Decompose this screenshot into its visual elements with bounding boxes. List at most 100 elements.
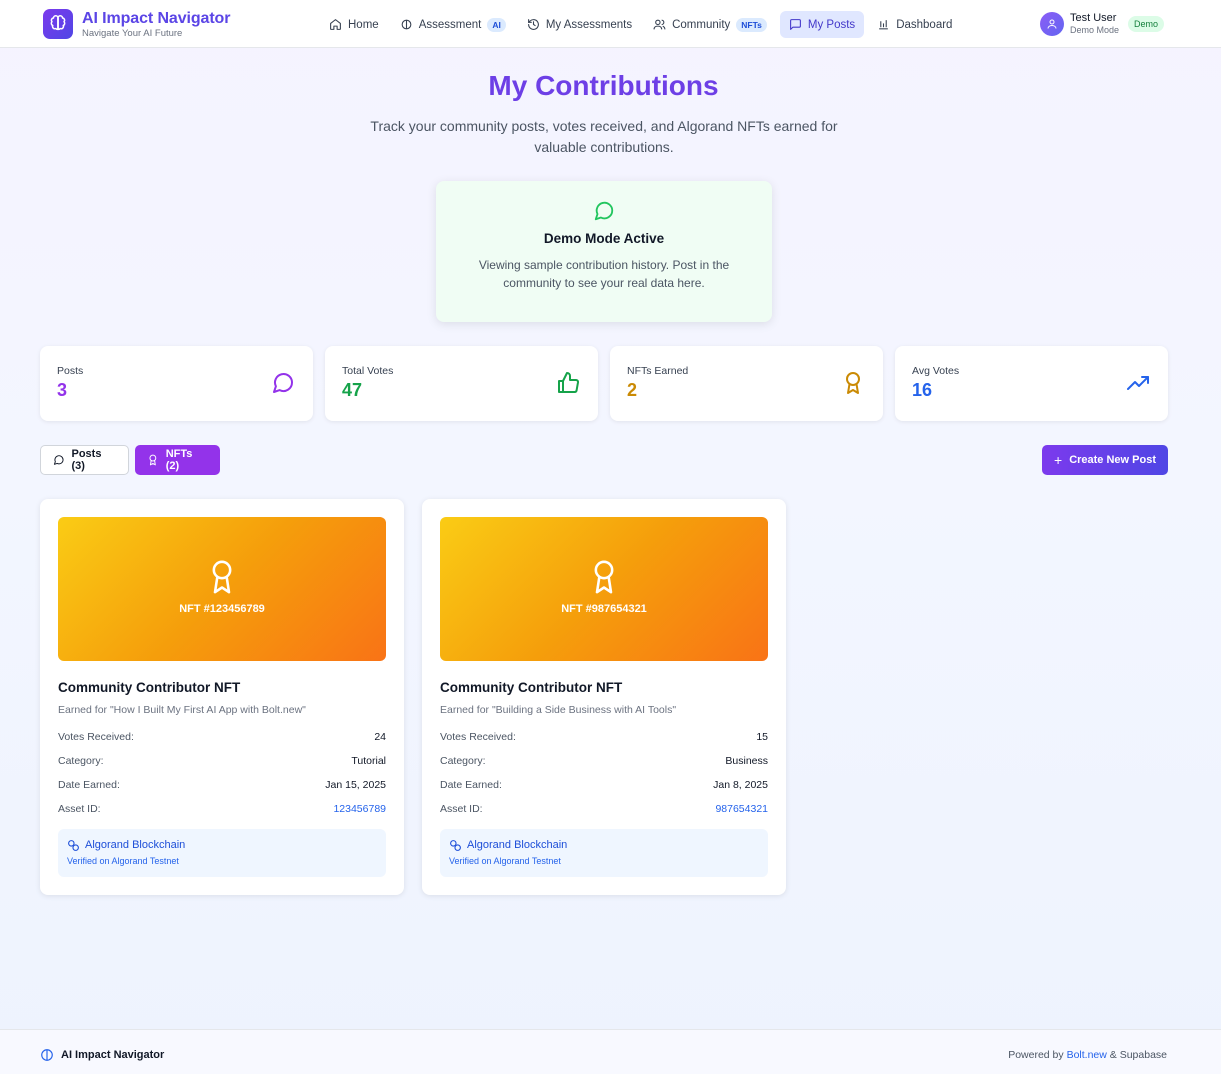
blockchain-subtitle: Verified on Algorand Testnet (67, 856, 179, 866)
users-icon (653, 19, 666, 30)
create-new-post-button[interactable]: + Create New Post (1042, 445, 1168, 475)
date-value: Jan 8, 2025 (713, 779, 768, 791)
footer-brand-label: AI Impact Navigator (61, 1049, 165, 1061)
thumbs-up-icon (558, 372, 579, 393)
nav-assessment-label: Assessment (418, 18, 482, 31)
nav-home[interactable]: Home (321, 11, 387, 38)
trending-up-icon (1127, 376, 1149, 390)
votes-value: 15 (756, 731, 768, 743)
stat-label: Posts (57, 365, 84, 377)
award-icon (594, 560, 614, 594)
votes-label: Votes Received: (58, 731, 134, 743)
brain-icon (43, 9, 73, 39)
nft-title: Community Contributor NFT (440, 680, 623, 695)
blockchain-title: Algorand Blockchain (85, 839, 186, 851)
main-nav: Home Assessment AI My Assessments Commun… (321, 11, 965, 38)
history-icon (527, 19, 539, 30)
asset-label: Asset ID: (58, 803, 101, 815)
nav-community-label: Community (672, 18, 731, 31)
tab-posts-label: Posts (3) (71, 448, 102, 472)
nft-id: NFT #123456789 (179, 603, 265, 615)
stat-card-nfts-earned: NFTs Earned 2 (610, 346, 883, 421)
tab-nfts-label: NFTs (2) (165, 448, 193, 472)
category-label: Category: (58, 755, 104, 767)
blockchain-title: Algorand Blockchain (467, 839, 568, 851)
nav-my-posts-label: My Posts (807, 18, 856, 31)
nav-dashboard[interactable]: Dashboard (869, 11, 960, 38)
powered-prefix: Powered by (1008, 1049, 1064, 1061)
award-icon (846, 372, 860, 394)
message-icon (789, 19, 801, 30)
avatar (1040, 12, 1064, 36)
plus-icon: + (1054, 452, 1063, 468)
user-mode: Demo Mode (1070, 25, 1120, 35)
asset-label: Asset ID: (440, 803, 483, 815)
tab-posts[interactable]: Posts (3) (40, 445, 129, 475)
blockchain-info: Algorand Blockchain Verified on Algorand… (440, 829, 768, 877)
stat-value: 47 (342, 380, 363, 400)
asset-id-link[interactable]: 987654321 (715, 803, 768, 815)
footer-powered-by: Powered by Bolt.new & Supabase (1008, 1049, 1167, 1061)
powered-suffix: & Supabase (1109, 1049, 1167, 1061)
nft-image: NFT #123456789 (58, 517, 386, 661)
create-new-post-label: Create New Post (1069, 454, 1156, 466)
tab-nfts[interactable]: NFTs (2) (135, 445, 220, 475)
category-value: Business (725, 755, 768, 767)
home-icon (330, 19, 341, 30)
stat-label: Total Votes (342, 365, 394, 377)
stat-card-total-votes: Total Votes 47 (325, 346, 598, 421)
page-subtitle: Track your community posts, votes receiv… (370, 118, 838, 155)
votes-value: 24 (374, 731, 386, 743)
demo-notice-text: Viewing sample contribution history. Pos… (478, 258, 730, 290)
message-circle-icon (273, 373, 293, 393)
category-value: Tutorial (351, 755, 386, 767)
nav-my-assessments-label: My Assessments (545, 18, 633, 31)
brand-title: AI Impact Navigator (82, 9, 231, 27)
category-label: Category: (440, 755, 486, 767)
nft-title: Community Contributor NFT (58, 680, 241, 695)
blockchain-info: Algorand Blockchain Verified on Algorand… (58, 829, 386, 877)
brand-logo-link[interactable]: AI Impact Navigator Navigate Your AI Fut… (43, 9, 230, 39)
stat-card-avg-votes: Avg Votes 16 (895, 346, 1168, 421)
demo-badge: Demo (1128, 16, 1165, 32)
votes-label: Votes Received: (440, 731, 516, 743)
nav-dashboard-label: Dashboard (896, 18, 953, 31)
demo-notice-title: Demo Mode Active (543, 231, 665, 246)
blockchain-subtitle: Verified on Algorand Testnet (449, 856, 561, 866)
link-icon (68, 840, 79, 851)
footer-brand: AI Impact Navigator (40, 1048, 164, 1062)
nav-my-posts[interactable]: My Posts (779, 11, 865, 38)
message-circle-icon (594, 201, 614, 221)
demo-mode-notice: Demo Mode Active Viewing sample contribu… (436, 181, 772, 322)
date-label: Date Earned: (440, 779, 502, 791)
top-navigation-bar: AI Impact Navigator Navigate Your AI Fut… (0, 0, 1221, 48)
user-icon (1047, 19, 1057, 29)
page-title: My Contributions (488, 70, 719, 101)
nfts-badge: NFTs (736, 17, 767, 32)
stat-value: 16 (912, 380, 933, 400)
footer: AI Impact Navigator Powered by Bolt.new … (0, 1029, 1221, 1074)
user-menu[interactable]: Test User Demo Mode Demo (1040, 12, 1165, 36)
brain-icon (401, 19, 412, 30)
nav-my-assessments[interactable]: My Assessments (519, 11, 640, 38)
asset-id-link[interactable]: 123456789 (333, 803, 386, 815)
stat-label: NFTs Earned (627, 365, 689, 377)
stat-value: 3 (57, 380, 68, 400)
nft-card: NFT #987654321 Community Contributor NFT… (422, 499, 786, 895)
nft-earned-for: Earned for "Building a Side Business wit… (440, 704, 677, 716)
link-icon (450, 840, 461, 851)
stat-value: 2 (627, 380, 638, 400)
nav-home-label: Home (348, 18, 379, 31)
brand-subtitle: Navigate Your AI Future (82, 27, 183, 39)
bolt-link[interactable]: Bolt.new (1067, 1049, 1107, 1061)
award-icon (149, 454, 157, 466)
brain-icon (41, 1049, 53, 1061)
nav-community[interactable]: Community NFTs (645, 11, 775, 38)
message-circle-icon (53, 455, 64, 465)
date-label: Date Earned: (58, 779, 120, 791)
stat-label: Avg Votes (912, 365, 960, 377)
nav-assessment[interactable]: Assessment AI (392, 11, 514, 38)
award-icon (212, 560, 232, 594)
stat-card-posts: Posts 3 (40, 346, 313, 421)
date-value: Jan 15, 2025 (325, 779, 386, 791)
